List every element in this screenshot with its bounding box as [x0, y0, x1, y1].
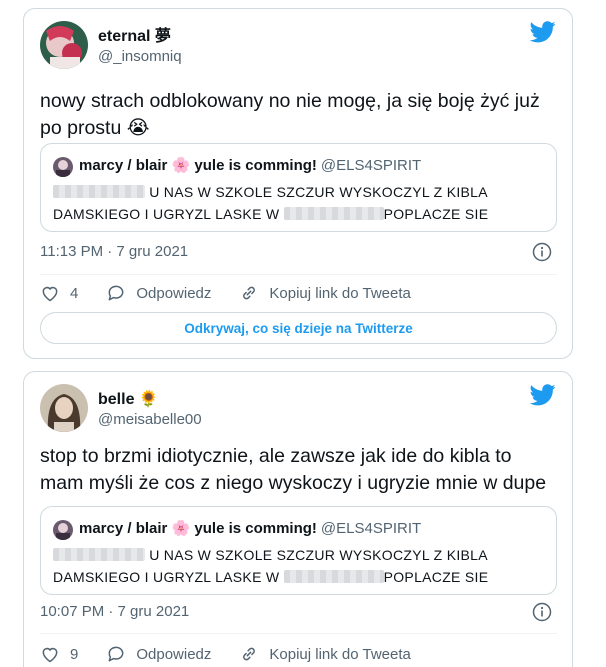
- twitter-bird-icon[interactable]: [530, 384, 556, 406]
- action-bar: 4 Odpowiedz Kopiuj link do Tweeta: [40, 282, 439, 304]
- divider: [40, 274, 557, 275]
- avatar[interactable]: [40, 384, 88, 432]
- quoted-avatar: [53, 157, 73, 177]
- quoted-display-name: marcy / blair 🌸 yule is comming!: [79, 157, 317, 174]
- tweet-card: belle 🌻 @meisabelle00 stop to brzmi idio…: [23, 371, 573, 667]
- tweet-text: nowy strach odblokowany no nie mogę, ja …: [40, 90, 540, 139]
- quoted-handle: @ELS4SPIRIT: [320, 157, 422, 174]
- copy-link-button[interactable]: Kopiuj link do Tweeta: [239, 644, 411, 664]
- redacted-blur: [53, 548, 145, 561]
- like-count: 9: [70, 645, 79, 663]
- display-name[interactable]: belle 🌻: [98, 390, 202, 410]
- link-icon: [243, 647, 256, 661]
- tweet-text: stop to brzmi idiotycznie, ale zawsze ja…: [40, 445, 547, 494]
- copy-link-button[interactable]: Kopiuj link do Tweeta: [239, 283, 411, 303]
- heart-icon: [42, 286, 58, 302]
- redacted-blur: [283, 207, 384, 220]
- tweet-timestamp[interactable]: 11:13 PM · 7 gru 2021: [40, 243, 188, 260]
- avatar[interactable]: [40, 21, 88, 69]
- reply-icon: [108, 646, 124, 662]
- divider: [40, 633, 557, 634]
- info-icon[interactable]: [532, 602, 552, 622]
- tweet-card: eternal 夢 @_insomniq nowy strach odbloko…: [23, 8, 573, 359]
- quoted-handle: @ELS4SPIRIT: [320, 520, 422, 537]
- info-icon[interactable]: [532, 242, 552, 262]
- tweet-timestamp[interactable]: 10:07 PM · 7 gru 2021: [40, 603, 189, 620]
- quoted-avatar: [53, 520, 73, 540]
- like-button[interactable]: 9: [40, 644, 78, 664]
- link-icon: [243, 286, 256, 300]
- heart-icon: [42, 647, 58, 663]
- quoted-tweet[interactable]: marcy / blair 🌸 yule is comming! @ELS4SPI…: [40, 143, 557, 232]
- action-bar: 9 Odpowiedz Kopiuj link do Tweeta: [40, 643, 439, 665]
- quoted-text: U NAS W SZKOLE SZCZUR WYSKOCZYL Z KIBLA …: [53, 547, 489, 585]
- like-count: 4: [70, 284, 79, 302]
- reply-button[interactable]: Odpowiedz: [106, 644, 211, 664]
- twitter-bird-icon[interactable]: [530, 21, 556, 43]
- reply-icon: [108, 285, 124, 301]
- redacted-blur: [53, 185, 145, 198]
- quoted-display-name: marcy / blair 🌸 yule is comming!: [79, 520, 317, 537]
- user-handle[interactable]: @meisabelle00: [98, 410, 202, 430]
- quoted-text: U NAS W SZKOLE SZCZUR WYSKOCZYL Z KIBLA …: [53, 184, 489, 222]
- user-handle[interactable]: @_insomniq: [98, 47, 182, 67]
- like-button[interactable]: 4: [40, 283, 78, 303]
- display-name[interactable]: eternal 夢: [98, 27, 182, 47]
- discover-button[interactable]: Odkrywaj, co się dzieje na Twitterze: [40, 312, 557, 344]
- redacted-blur: [283, 570, 384, 583]
- reply-button[interactable]: Odpowiedz: [106, 283, 211, 303]
- quoted-tweet[interactable]: marcy / blair 🌸 yule is comming! @ELS4SPI…: [40, 506, 557, 595]
